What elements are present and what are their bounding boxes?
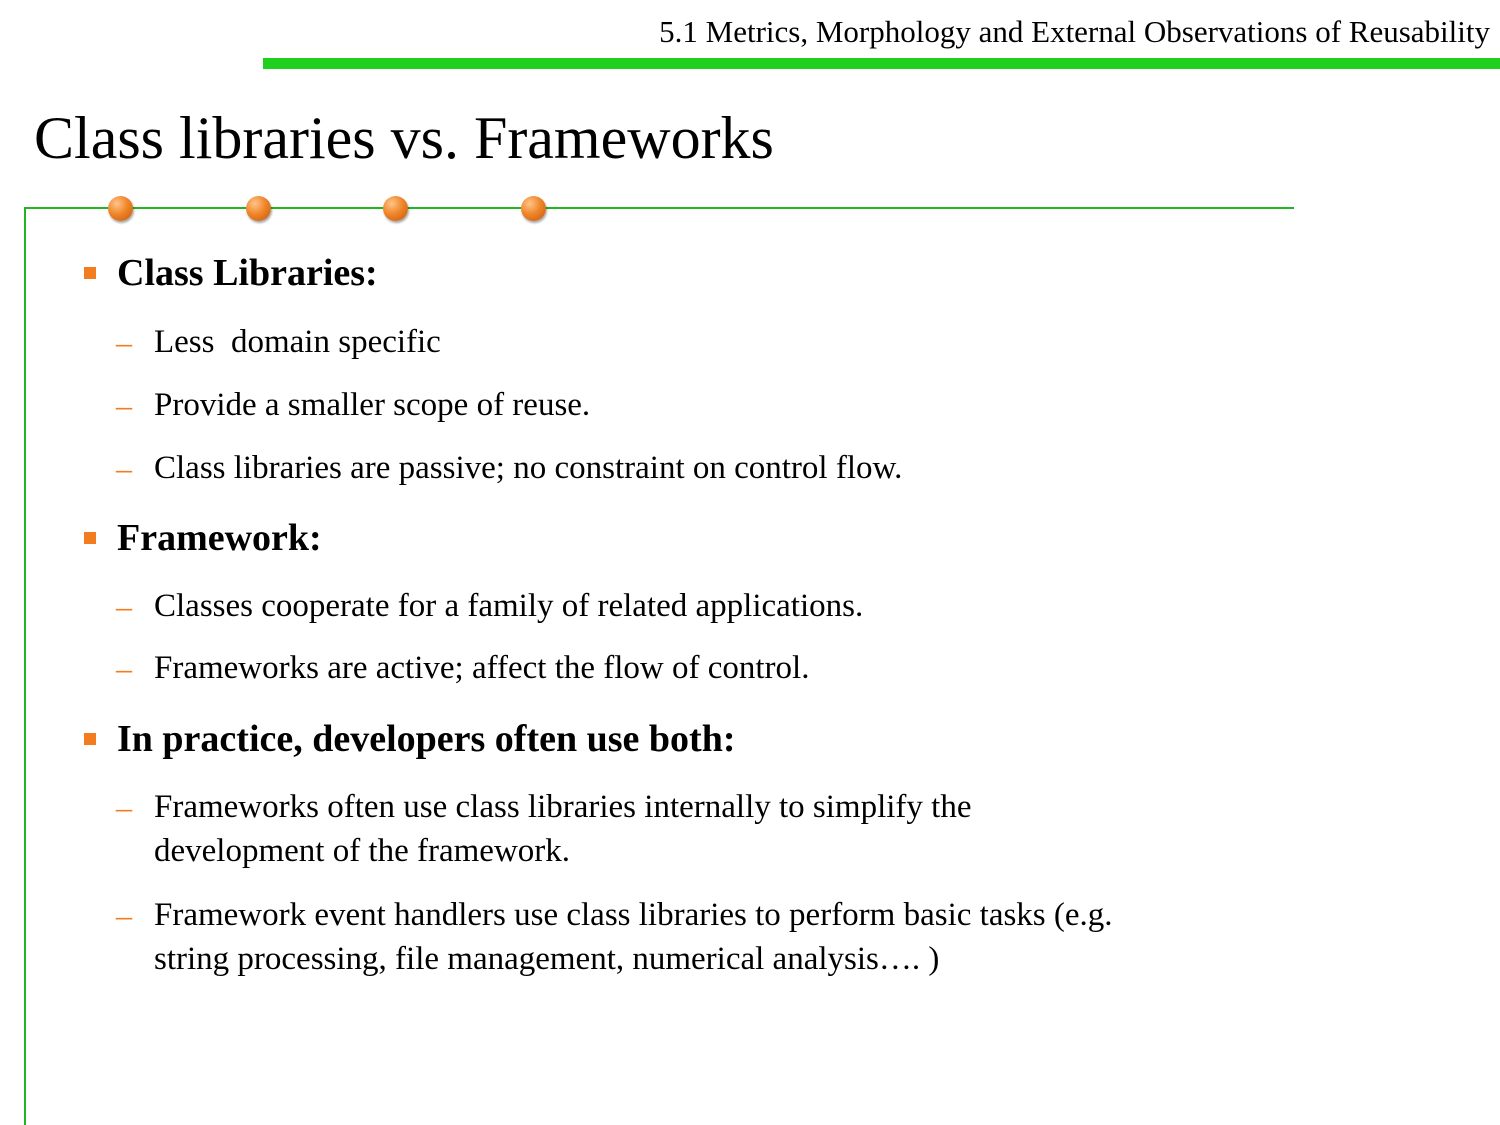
dash-icon: – [116,387,132,423]
orange-dot-icon [383,196,408,221]
orange-dot-icon [246,196,271,221]
sub-bullet-text: Framework event handlers use class libra… [154,897,1113,933]
section-header: 5.1 Metrics, Morphology and External Obs… [659,14,1490,49]
dash-icon: – [116,450,132,486]
square-bullet-icon [84,733,96,745]
dash-icon: – [116,789,132,825]
square-bullet-icon [84,532,96,544]
dash-icon: – [116,650,132,686]
side-rule [24,207,26,1125]
title-rule [24,207,1294,209]
square-bullet-icon [84,267,96,279]
bullet-heading: Class Libraries: [117,252,378,294]
dash-icon: – [116,324,132,360]
slide-title: Class libraries vs. Frameworks [34,105,774,171]
dash-icon: – [116,588,132,624]
bullet-heading: Framework: [117,517,322,559]
sub-bullet-text: Classes cooperate for a family of relate… [154,588,864,624]
sub-bullet-text: Frameworks are active; affect the flow o… [154,650,810,686]
sub-bullet-text: Frameworks often use class libraries int… [154,789,972,825]
sub-bullet-text-continued: string processing, file management, nume… [154,941,940,977]
bullet-heading: In practice, developers often use both: [117,718,736,760]
sub-bullet-text: Class libraries are passive; no constrai… [154,450,903,486]
sub-bullet-text: Less domain specific [154,324,441,360]
sub-bullet-text: Provide a smaller scope of reuse. [154,387,591,423]
header-rule [263,58,1500,69]
orange-dot-icon [521,196,546,221]
orange-dot-icon [108,196,133,221]
sub-bullet-text-continued: development of the framework. [154,833,571,869]
dash-icon: – [116,897,132,933]
